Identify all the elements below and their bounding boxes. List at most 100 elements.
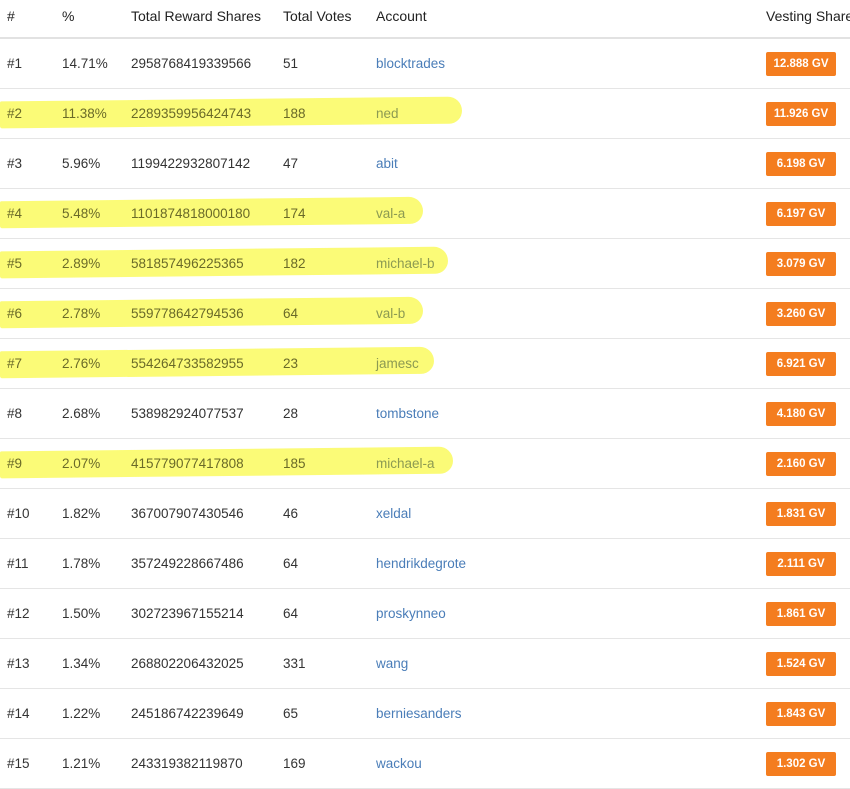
rank-cell: #15 (7, 756, 30, 771)
rank-cell: #14 (7, 706, 30, 721)
rank-cell: #8 (7, 406, 23, 421)
votes-cell: 182 (283, 256, 306, 271)
account-link[interactable]: ned (376, 106, 399, 121)
rank-cell: #2 (7, 106, 23, 121)
reward-shares-cell: 357249228667486 (131, 556, 244, 571)
percent-cell: 5.48% (62, 206, 101, 221)
rank-cell: #10 (7, 506, 30, 521)
account-link[interactable]: hendrikdegrote (376, 556, 466, 571)
witness-table: # % Total Reward Shares Total Votes Acco… (0, 0, 850, 789)
reward-shares-cell: 554264733582955 (131, 356, 244, 371)
table-body: #1 14.71% 2958768419339566 51 blocktrades 12.… (0, 39, 850, 789)
reward-shares-cell: 245186742239649 (131, 706, 244, 721)
percent-cell: 1.22% (62, 706, 101, 721)
vesting-cell: 2.160 GV (766, 452, 836, 476)
column-header-vesting[interactable]: Vesting Share (766, 8, 850, 24)
vesting-badge: 2.160 GV (766, 452, 836, 476)
vesting-cell: 3.260 GV (766, 302, 836, 326)
account-link[interactable]: blocktrades (376, 56, 445, 71)
vesting-cell: 1.524 GV (766, 652, 836, 676)
vesting-cell: 3.079 GV (766, 252, 836, 276)
account-link[interactable]: jamesc (376, 356, 419, 371)
percent-cell: 2.76% (62, 356, 101, 371)
reward-shares-cell: 559778642794536 (131, 306, 244, 321)
rank-cell: #5 (7, 256, 23, 271)
percent-cell: 1.78% (62, 556, 101, 571)
percent-cell: 1.82% (62, 506, 101, 521)
vesting-badge: 1.302 GV (766, 752, 836, 776)
table-row: #12 1.50% 302723967155214 64 proskynneo 1.861… (0, 589, 850, 639)
votes-cell: 185 (283, 456, 306, 471)
reward-shares-cell: 2289359956424743 (131, 106, 252, 121)
account-link[interactable]: wackou (376, 756, 422, 771)
reward-shares-cell: 538982924077537 (131, 406, 244, 421)
vesting-badge: 12.888 GV (766, 52, 836, 76)
percent-cell: 1.21% (62, 756, 101, 771)
vesting-badge: 11.926 GV (766, 102, 836, 126)
column-header-votes[interactable]: Total Votes (283, 8, 352, 24)
table-row: #4 5.48% 1101874818000180 174 val-a 6.197 GV (0, 189, 850, 239)
vesting-badge: 1.524 GV (766, 652, 836, 676)
vesting-badge: 1.861 GV (766, 602, 836, 626)
table-row: #10 1.82% 367007907430546 46 xeldal 1.831 GV (0, 489, 850, 539)
table-row: #2 11.38% 2289359956424743 188 ned 11.926 GV (0, 89, 850, 139)
rank-cell: #7 (7, 356, 23, 371)
reward-shares-cell: 581857496225365 (131, 256, 244, 271)
table-header: # % Total Reward Shares Total Votes Acco… (0, 0, 850, 39)
rank-cell: #6 (7, 306, 23, 321)
account-link[interactable]: wang (376, 656, 408, 671)
vesting-badge: 3.260 GV (766, 302, 836, 326)
percent-cell: 2.68% (62, 406, 101, 421)
reward-shares-cell: 2958768419339566 (131, 56, 252, 71)
votes-cell: 23 (283, 356, 299, 371)
votes-cell: 64 (283, 606, 299, 621)
table-row: #5 2.89% 581857496225365 182 michael-b 3.079 … (0, 239, 850, 289)
reward-shares-cell: 243319382119870 (131, 756, 243, 771)
votes-cell: 46 (283, 506, 299, 521)
votes-cell: 51 (283, 56, 299, 71)
vesting-cell: 4.180 GV (766, 402, 836, 426)
vesting-badge: 6.921 GV (766, 352, 836, 376)
reward-shares-cell: 1199422932807142 (131, 156, 251, 171)
votes-cell: 188 (283, 106, 306, 121)
column-header-percent[interactable]: % (62, 8, 74, 24)
votes-cell: 169 (283, 756, 306, 771)
account-link[interactable]: val-a (376, 206, 405, 221)
account-link[interactable]: proskynneo (376, 606, 446, 621)
votes-cell: 65 (283, 706, 299, 721)
account-link[interactable]: xeldal (376, 506, 411, 521)
account-link[interactable]: tombstone (376, 406, 439, 421)
table-row: #6 2.78% 559778642794536 64 val-b 3.260 GV (0, 289, 850, 339)
column-header-rank[interactable]: # (7, 8, 15, 24)
account-link[interactable]: abit (376, 156, 398, 171)
reward-shares-cell: 1101874818000180 (131, 206, 251, 221)
vesting-badge: 1.831 GV (766, 502, 836, 526)
vesting-badge: 4.180 GV (766, 402, 836, 426)
rank-cell: #1 (7, 56, 23, 71)
account-link[interactable]: berniesanders (376, 706, 462, 721)
table-row: #15 1.21% 243319382119870 169 wackou 1.302 GV (0, 739, 850, 789)
column-header-account[interactable]: Account (376, 8, 427, 24)
vesting-cell: 1.861 GV (766, 602, 836, 626)
table-row: #7 2.76% 554264733582955 23 jamesc 6.921 GV (0, 339, 850, 389)
percent-cell: 14.71% (62, 56, 108, 71)
reward-shares-cell: 302723967155214 (131, 606, 244, 621)
table-row: #14 1.22% 245186742239649 65 berniesanders 1.… (0, 689, 850, 739)
percent-cell: 2.89% (62, 256, 101, 271)
account-link[interactable]: michael-b (376, 256, 435, 271)
vesting-badge: 3.079 GV (766, 252, 836, 276)
column-header-reward-shares[interactable]: Total Reward Shares (131, 8, 261, 24)
vesting-badge: 6.198 GV (766, 152, 836, 176)
account-link[interactable]: michael-a (376, 456, 435, 471)
votes-cell: 331 (283, 656, 306, 671)
rank-cell: #9 (7, 456, 23, 471)
table-row: #8 2.68% 538982924077537 28 tombstone 4.180 G… (0, 389, 850, 439)
rank-cell: #4 (7, 206, 23, 221)
account-link[interactable]: val-b (376, 306, 405, 321)
vesting-cell: 6.921 GV (766, 352, 836, 376)
vesting-cell: 1.302 GV (766, 752, 836, 776)
vesting-cell: 1.831 GV (766, 502, 836, 526)
vesting-badge: 6.197 GV (766, 202, 836, 226)
percent-cell: 1.34% (62, 656, 101, 671)
vesting-cell: 1.843 GV (766, 702, 836, 726)
